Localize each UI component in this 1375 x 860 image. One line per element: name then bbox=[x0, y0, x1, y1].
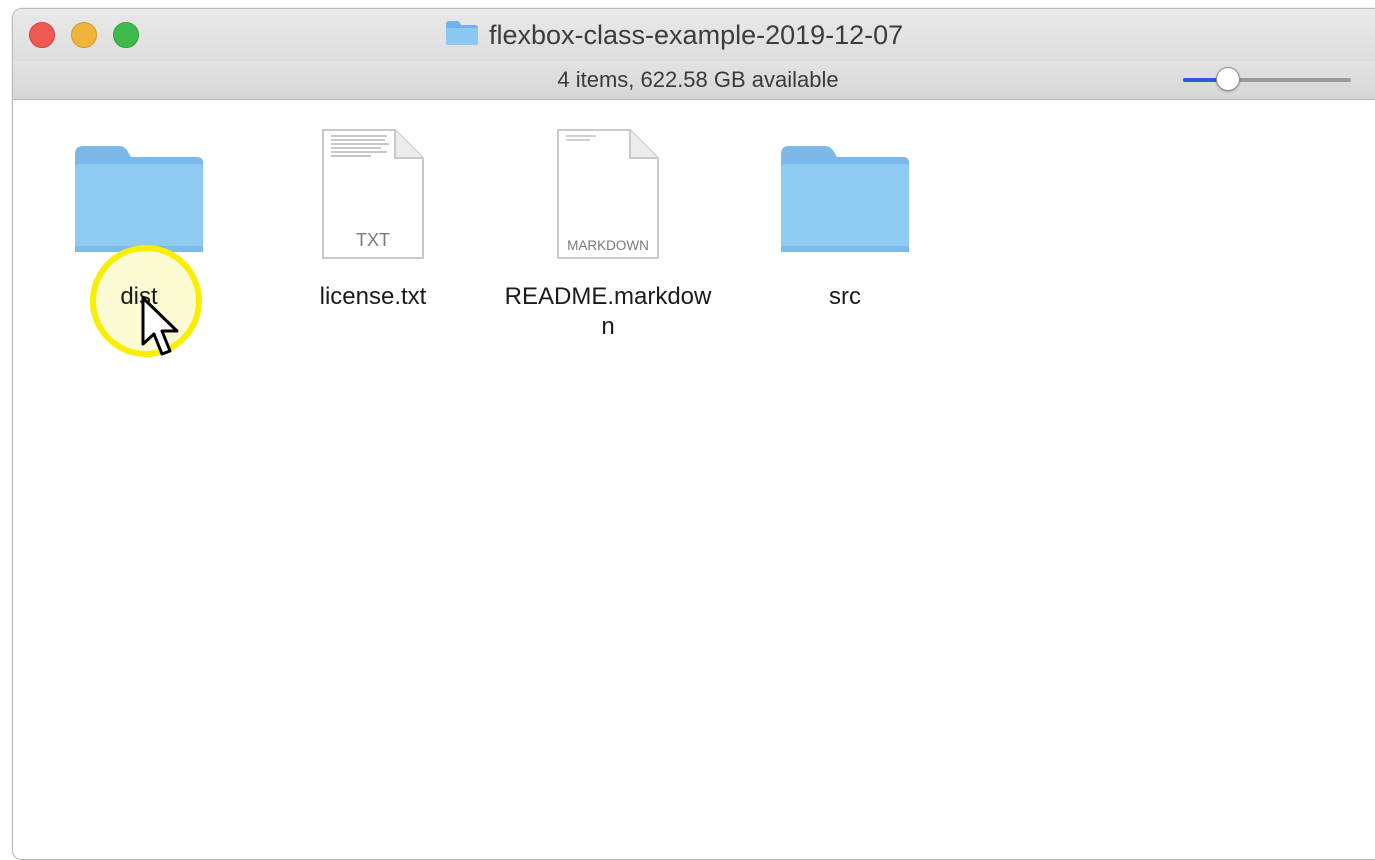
zoom-button[interactable] bbox=[113, 22, 139, 48]
file-label-license[interactable]: license.txt bbox=[258, 282, 488, 312]
icon-size-slider[interactable] bbox=[1183, 67, 1353, 93]
status-bar: 4 items, 622.58 GB available bbox=[13, 61, 1375, 100]
title-bar[interactable]: flexbox-class-example-2019-12-07 bbox=[13, 9, 1375, 62]
file-label-readme[interactable]: README.markdown bbox=[498, 282, 718, 342]
minimize-button[interactable] bbox=[71, 22, 97, 48]
slider-thumb[interactable] bbox=[1216, 67, 1240, 91]
file-item-dist[interactable]: dist bbox=[24, 118, 254, 357]
markdown-file-icon[interactable]: MARKDOWN bbox=[556, 128, 660, 260]
status-text: 4 items, 622.58 GB available bbox=[557, 67, 839, 92]
folder-icon[interactable] bbox=[779, 144, 911, 254]
file-item-readme[interactable]: MARKDOWN README.markdown bbox=[493, 118, 723, 342]
file-label-dist[interactable]: dist bbox=[24, 282, 254, 312]
close-button[interactable] bbox=[29, 22, 55, 48]
window-title: flexbox-class-example-2019-12-07 bbox=[445, 19, 903, 51]
file-area[interactable]: dist TXT license.txt MARKDOWN README.mar… bbox=[13, 100, 1375, 859]
window-title-text: flexbox-class-example-2019-12-07 bbox=[489, 19, 904, 50]
file-item-src[interactable]: src bbox=[730, 118, 960, 312]
mouse-pointer-icon bbox=[141, 296, 179, 356]
markdown-badge: MARKDOWN bbox=[567, 238, 649, 253]
txt-badge: TXT bbox=[356, 230, 390, 250]
finder-window: flexbox-class-example-2019-12-07 4 items… bbox=[12, 8, 1375, 860]
file-item-license[interactable]: TXT license.txt bbox=[258, 118, 488, 312]
title-folder-icon bbox=[445, 20, 479, 51]
file-label-src[interactable]: src bbox=[730, 282, 960, 312]
folder-icon[interactable] bbox=[73, 144, 205, 254]
txt-file-icon[interactable]: TXT bbox=[321, 128, 425, 260]
